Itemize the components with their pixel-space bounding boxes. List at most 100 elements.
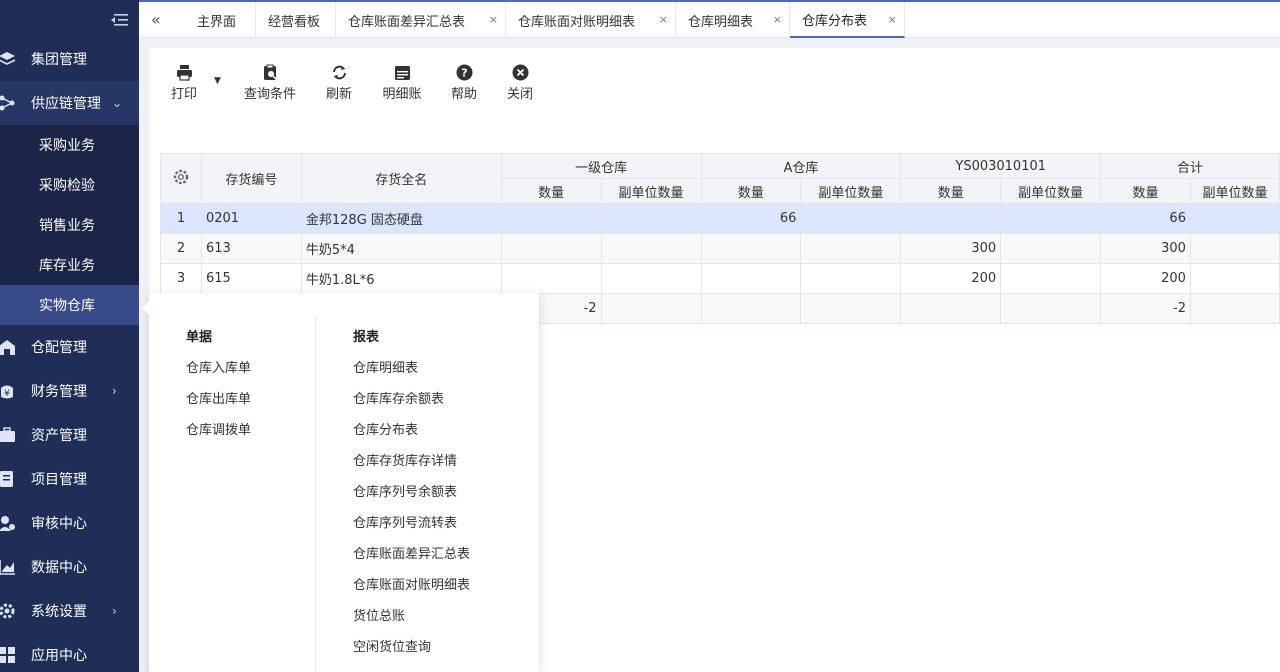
clipboard-search-icon [263, 64, 277, 80]
tab-dashboard[interactable]: 经营看板 [256, 2, 336, 38]
cell-sub-qty [800, 293, 902, 324]
sidebar-item-audit[interactable]: 审核中心 [0, 501, 139, 545]
sidebar-subitem-label: 销售业务 [39, 218, 95, 234]
cell-sub-qty [1000, 263, 1102, 294]
cell-sub-qty [600, 293, 702, 324]
help-button[interactable]: ? 帮助 [450, 64, 478, 104]
printer-icon [176, 65, 192, 81]
cell-sub-qty [600, 233, 702, 264]
menu-item-stock-in[interactable]: 仓库入库单 [186, 357, 251, 376]
flyout-reports-title: 报表 [353, 330, 380, 345]
close-circle-icon [512, 64, 528, 81]
table-row[interactable]: 3 615 牛奶1.8L*6 200 200 [160, 263, 1280, 294]
menu-item-report[interactable]: 仓库序列号余额表 [353, 481, 457, 500]
layers-icon [0, 52, 16, 65]
menu-item-report[interactable]: 仓库明细表 [353, 357, 418, 376]
sidebar-subitem-sales[interactable]: 销售业务 [0, 205, 139, 245]
header-qty[interactable]: 数量 [500, 178, 602, 204]
menu-item-report[interactable]: 空闲货位查询 [353, 636, 431, 655]
sidebar-item-warehouse[interactable]: 仓配管理 [0, 325, 139, 369]
cell-qty [500, 203, 602, 234]
cell-qty [700, 233, 802, 264]
cell-sub-qty [1000, 233, 1102, 264]
tab-home[interactable]: 主界面 [185, 2, 256, 38]
cell-sub-qty [1189, 203, 1280, 234]
column-settings-cell[interactable] [160, 153, 202, 204]
menu-item-report[interactable]: 仓库分布表 [353, 419, 418, 438]
cell-sub-qty [600, 203, 702, 234]
header-sub-qty[interactable]: 副单位数量 [1000, 178, 1102, 204]
table-row[interactable]: 1 0201 金邦128G 固态硬盘 66 66 [160, 203, 1280, 234]
menu-item-stock-out[interactable]: 仓库出库单 [186, 388, 251, 407]
sidebar-subitem-inspection[interactable]: 采购检验 [0, 165, 139, 205]
menu-item-report[interactable]: 仓库库存余额表 [353, 388, 444, 407]
print-label: 打印 [170, 87, 197, 102]
cell-qty [700, 293, 802, 324]
tab-warehouse-distribution[interactable]: 仓库分布表 × [790, 2, 905, 38]
svg-text:¥: ¥ [4, 389, 10, 399]
header-code[interactable]: 存货编号 [200, 153, 302, 204]
header-sub-qty[interactable]: 副单位数量 [800, 178, 902, 204]
sidebar-item-apps[interactable]: 应用中心 [0, 633, 139, 672]
sidebar-item-label: 应用中心 [31, 648, 87, 664]
header-qty[interactable]: 数量 [700, 178, 802, 204]
sidebar-item-label: 审核中心 [31, 516, 87, 532]
menu-item-report[interactable]: 货位总账 [353, 605, 405, 624]
menu-item-report[interactable]: 仓库账面对账明细表 [353, 574, 470, 593]
header-sub-qty[interactable]: 副单位数量 [600, 178, 702, 204]
sidebar-subitem-inventory[interactable]: 库存业务 [0, 245, 139, 285]
sidebar-subitem-purchase[interactable]: 采购业务 [0, 125, 139, 165]
header-qty[interactable]: 数量 [900, 178, 1002, 204]
cell-qty [500, 263, 602, 294]
menu-collapse-icon[interactable] [110, 12, 128, 28]
menu-item-transfer[interactable]: 仓库调拨单 [186, 419, 251, 438]
query-conditions-button[interactable]: 查询条件 [244, 64, 296, 104]
help-icon: ? [456, 64, 472, 81]
header-name[interactable]: 存货全名 [300, 153, 502, 204]
sidebar-item-settings[interactable]: 系统设置 › [0, 589, 139, 633]
menu-item-report[interactable]: 仓库序列号流转表 [353, 512, 457, 531]
menu-item-report[interactable]: 仓库存货库存详情 [353, 450, 457, 469]
header-qty[interactable]: 数量 [1100, 178, 1191, 204]
menu-item-report[interactable]: 仓库账面差异汇总表 [353, 543, 470, 562]
tab-warehouse-reconciliation[interactable]: 仓库账面对账明细表 × [506, 2, 676, 38]
caret-down-icon[interactable]: ▼ [214, 76, 221, 86]
refresh-icon [332, 65, 346, 80]
tab-bar: « 主界面 经营看板 仓库账面差异汇总表 × 仓库账面对账明细表 × 仓库明细表 × … [139, 0, 1280, 38]
header-sub-qty[interactable]: 副单位数量 [1189, 178, 1280, 204]
asset-icon [0, 427, 15, 442]
chevron-down-icon: ⌄ [112, 96, 123, 110]
refresh-button[interactable]: 刷新 [324, 64, 354, 104]
sidebar-item-project[interactable]: 项目管理 [0, 457, 139, 501]
close-icon[interactable]: × [659, 13, 668, 26]
close-icon[interactable]: × [888, 13, 897, 26]
cell-sub-qty [1189, 263, 1280, 294]
print-button[interactable]: 打印 [170, 64, 198, 104]
tab-warehouse-diff-summary[interactable]: 仓库账面差异汇总表 × [336, 2, 506, 38]
sidebar-item-finance[interactable]: ¥ 财务管理 › [0, 369, 139, 413]
query-label: 查询条件 [244, 87, 297, 102]
cell-qty: 200 [1100, 263, 1191, 294]
cell-qty [700, 263, 802, 294]
double-chevron-left-icon[interactable]: « [151, 10, 169, 29]
gear-icon[interactable] [172, 168, 190, 186]
close-icon[interactable]: × [773, 13, 782, 26]
ledger-icon [394, 66, 410, 80]
cell-qty [500, 233, 602, 264]
sidebar-subitem-label: 采购业务 [39, 138, 95, 154]
cell-qty [900, 293, 1002, 324]
sidebar-item-data[interactable]: 数据中心 [0, 545, 139, 589]
tab-label: 经营看板 [268, 14, 321, 30]
sidebar-item-label: 集团管理 [31, 52, 87, 68]
detail-ledger-button[interactable]: 明细账 [381, 64, 423, 104]
tab-warehouse-detail[interactable]: 仓库明细表 × [676, 2, 790, 38]
sidebar-item-asset[interactable]: 资产管理 [0, 413, 139, 457]
sidebar-subitem-physical-warehouse[interactable]: 实物仓库 [0, 285, 139, 325]
header-group: A仓库 [700, 153, 902, 179]
sidebar-item-group[interactable]: 集团管理 [0, 37, 139, 81]
close-button[interactable]: 关闭 [506, 64, 534, 104]
flyout-documents-title: 单据 [186, 330, 213, 345]
sidebar-item-supply-chain[interactable]: 供应链管理 ⌄ [0, 81, 139, 125]
close-icon[interactable]: × [489, 13, 498, 26]
table-row[interactable]: 2 613 牛奶5*4 300 300 [160, 233, 1280, 264]
